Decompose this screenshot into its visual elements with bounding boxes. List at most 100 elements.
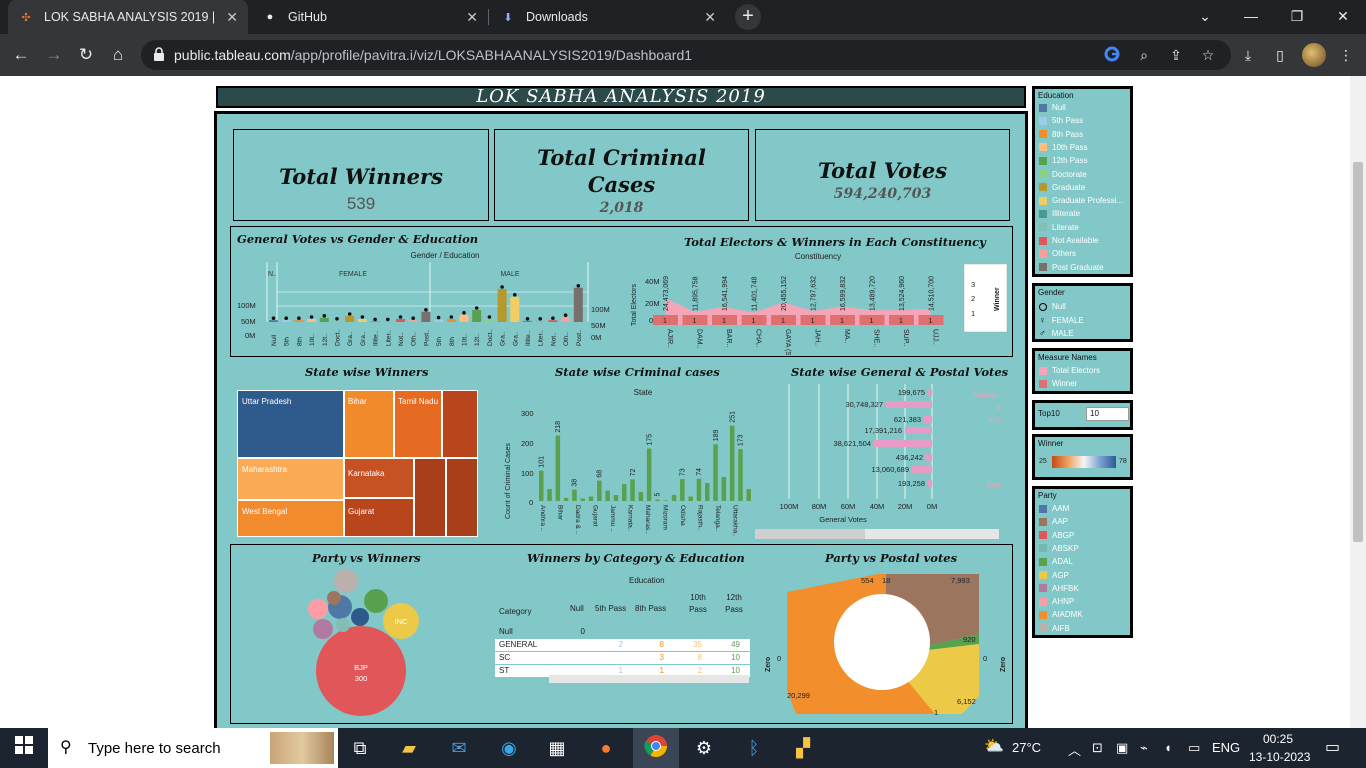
bar[interactable]	[680, 479, 685, 501]
new-tab-button[interactable]: +	[735, 4, 761, 30]
bar[interactable]	[912, 466, 932, 473]
bar[interactable]	[548, 320, 558, 322]
tab-github[interactable]: ● GitHub ✕	[252, 0, 488, 34]
weather-icon[interactable]: ⛅	[984, 736, 1004, 756]
close-tab-icon[interactable]: ✕	[704, 9, 716, 26]
restore-icon[interactable]: ❐	[1274, 0, 1320, 34]
notification-icon[interactable]: ▭	[1325, 737, 1340, 757]
bar[interactable]	[655, 499, 660, 502]
kpi-total-votes[interactable]: Total Votes 594,240,703	[755, 129, 1010, 221]
network-icon[interactable]: ⌁	[1140, 740, 1148, 756]
legend-item[interactable]: 5th Pass	[1039, 116, 1083, 125]
bar[interactable]	[332, 320, 342, 322]
store-icon[interactable]: ▦	[543, 734, 571, 762]
category-education-table[interactable]: Category Null 5th Pass 8th Pass 10th Pas…	[495, 592, 750, 683]
bar[interactable]	[307, 319, 317, 322]
legend-item[interactable]: Graduate	[1039, 183, 1085, 192]
bar[interactable]	[539, 470, 544, 501]
legend-item[interactable]: Not Available	[1039, 236, 1099, 245]
bar[interactable]	[535, 320, 545, 322]
forward-icon[interactable]: →	[41, 42, 67, 68]
bar[interactable]	[729, 425, 735, 501]
bar[interactable]	[671, 495, 677, 501]
windows-start-icon[interactable]	[10, 734, 38, 762]
show-hidden-icons-icon[interactable]: ︿	[1068, 740, 1081, 759]
bar[interactable]	[580, 498, 586, 501]
bar[interactable]	[459, 314, 469, 322]
bar[interactable]	[446, 319, 456, 322]
treemap-cell[interactable]: Uttar Pradesh	[237, 390, 344, 458]
bar[interactable]	[696, 478, 702, 501]
settings-gear-icon[interactable]: ⚙	[690, 734, 718, 762]
minimize-icon[interactable]: —	[1228, 0, 1274, 34]
treemap-cell[interactable]: Gujarat	[344, 498, 414, 537]
legend-item[interactable]: Null	[1039, 103, 1066, 112]
state-criminal-cases-chart[interactable]: State Count of Criminal Cases 300 200 10…	[499, 384, 754, 536]
bubble[interactable]	[351, 608, 369, 626]
bar[interactable]	[510, 296, 520, 322]
downloads-icon[interactable]: ⤓	[1238, 45, 1258, 65]
google-icon[interactable]	[1103, 46, 1121, 64]
bar[interactable]	[484, 319, 494, 322]
mail-icon[interactable]: ✉	[445, 734, 473, 762]
legend-item[interactable]: AIFB	[1039, 624, 1070, 633]
bubble[interactable]	[327, 591, 341, 605]
bar[interactable]	[345, 316, 355, 322]
legend-item[interactable]: ABSKP	[1039, 544, 1079, 553]
side-panel-icon[interactable]: ▯	[1270, 45, 1290, 65]
bar[interactable]	[646, 448, 652, 502]
zoom-icon[interactable]: ⌕	[1135, 46, 1153, 64]
battery-icon[interactable]: ▭	[1188, 740, 1200, 756]
close-tab-icon[interactable]: ✕	[226, 9, 238, 26]
bar[interactable]	[319, 317, 329, 322]
legend-item[interactable]: 10th Pass	[1039, 143, 1088, 152]
bubble[interactable]	[313, 619, 333, 639]
bar[interactable]	[383, 321, 393, 322]
file-explorer-icon[interactable]: ▰	[395, 734, 423, 762]
kpi-total-criminal-cases[interactable]: Total Criminal Cases 2,018	[494, 129, 749, 221]
bar[interactable]	[905, 427, 932, 434]
treemap-cell[interactable]	[442, 390, 478, 458]
bar[interactable]	[630, 479, 635, 501]
bar[interactable]	[638, 492, 644, 501]
horizontal-scrollbar[interactable]	[549, 675, 749, 683]
bar[interactable]	[370, 321, 380, 322]
gender-legend[interactable]: Gender Null ♀ FEMALE ♂ MALE	[1032, 283, 1133, 342]
bar[interactable]	[928, 389, 932, 396]
legend-item[interactable]: AHFBK	[1039, 584, 1079, 593]
bar[interactable]	[421, 311, 431, 322]
bar[interactable]	[622, 484, 627, 501]
scrollbar-thumb[interactable]	[1353, 162, 1363, 542]
tab-search-icon[interactable]: ⌄	[1182, 0, 1228, 34]
scrollbar-thumb[interactable]	[755, 529, 865, 539]
bar[interactable]	[561, 317, 571, 322]
legend-item[interactable]: 8th Pass	[1039, 130, 1083, 139]
treemap-cell[interactable]: Maharashtra	[237, 458, 344, 500]
bar[interactable]	[688, 496, 693, 502]
tab-lok-sabha[interactable]: ✣ LOK SABHA ANALYSIS 2019 | Tab ✕	[8, 0, 248, 34]
top10-input[interactable]: 10	[1086, 407, 1129, 421]
legend-item[interactable]: AAP	[1039, 517, 1068, 526]
bar[interactable]	[926, 454, 932, 461]
bubble[interactable]	[334, 569, 358, 593]
bar[interactable]	[886, 401, 932, 408]
legend-item[interactable]: Post Graduate	[1039, 263, 1104, 272]
treemap-cell[interactable]: Tamil Nadu	[394, 390, 442, 458]
bar[interactable]	[408, 320, 418, 322]
legend-item[interactable]: ABGP	[1039, 531, 1074, 540]
legend-item[interactable]: Doctorate	[1039, 170, 1087, 179]
page-scrollbar[interactable]	[1350, 76, 1366, 728]
legend-item[interactable]: Others	[1039, 249, 1076, 258]
bar[interactable]	[738, 449, 743, 501]
legend-item[interactable]: AIADMK	[1039, 610, 1083, 619]
weather-temp[interactable]: 27°C	[1012, 740, 1041, 755]
photos-icon[interactable]: ▞	[789, 734, 817, 762]
bar[interactable]	[573, 287, 583, 322]
treemap-cell[interactable]	[446, 458, 478, 537]
measure-names-legend[interactable]: Measure Names Total Electors Winner	[1032, 348, 1133, 394]
back-icon[interactable]: ←	[8, 42, 34, 68]
table-row[interactable]: GENERAL 2 8 35 49	[495, 639, 750, 651]
bar[interactable]	[613, 495, 619, 501]
chrome-icon[interactable]	[642, 734, 670, 762]
education-legend[interactable]: Education Null 5th Pass 8th Pass 10th Pass 1…	[1032, 86, 1133, 277]
